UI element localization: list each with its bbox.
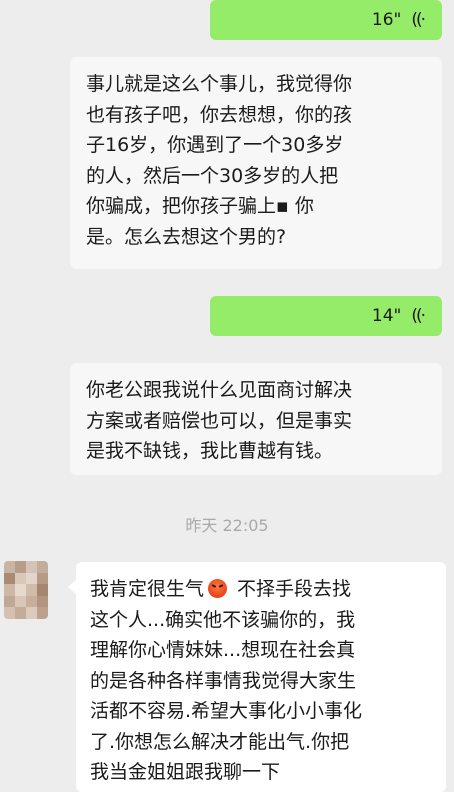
transcript-line: 方案或者赔偿也可以，但是事实 — [86, 409, 353, 432]
voice-message-bubble[interactable]: 14" ((· — [210, 296, 442, 336]
chat-timestamp: 昨天 22:05 — [185, 516, 269, 535]
transcript-line: 事儿就是这么个事儿，我觉得你 — [86, 73, 353, 95]
voice-transcript-bubble: 你老公跟我说什么见面商讨解决 方案或者赔偿也可以，但是事实 是我不缺钱，我比曹越… — [70, 363, 442, 475]
avatar[interactable] — [4, 561, 48, 619]
message-line: 活都不容易.希望大事化小小事化 — [90, 700, 363, 722]
transcript-line: 你老公跟我说什么见面商讨解决 — [86, 379, 353, 401]
message-text: 不择手段去找 — [231, 578, 352, 600]
voice-message-bubble[interactable]: 16" ((· — [210, 0, 442, 40]
voice-duration: 16" — [371, 10, 402, 30]
transcript-line: 是我不缺钱，我比曹越有钱。 — [86, 440, 334, 462]
message-line: 了.你想怎么解决才能出气.你把 — [90, 730, 350, 753]
transcript-line: 的人，然后一个30多岁的人把 — [86, 164, 339, 187]
angry-face-icon — [208, 579, 228, 598]
transcript-line: 是。怎么去想这个男的? — [86, 225, 287, 248]
voice-duration: 14" — [371, 306, 402, 326]
transcript-line: 子16岁，你遇到了一个30多岁 — [86, 134, 344, 156]
voice-wave-icon: ((· — [411, 10, 426, 30]
incoming-message-bubble: 我肯定很生气 不择手段去找 这个人...确实他不该骗你的，我 理解你心情妹妹..… — [68, 562, 446, 792]
message-line: 这个人...确实他不该骗你的，我 — [90, 608, 356, 631]
message-line: 我当金姐姐跟我聊一下 — [90, 761, 281, 783]
transcript-line: 也有孩子吧，你去想想，你的孩 — [86, 103, 353, 126]
message-line: 理解你心情妹妹...想现在社会真 — [90, 639, 356, 661]
message-text: 我肯定很生气 — [90, 578, 205, 600]
transcript-line: 你骗成，把你孩子骗上▪ 你 — [86, 195, 314, 217]
voice-wave-icon: ((· — [411, 306, 426, 326]
voice-transcript-bubble: 事儿就是这么个事儿，我觉得你 也有孩子吧，你去想想，你的孩 子16岁，你遇到了一… — [70, 57, 442, 269]
message-line: 的是各种各样事情我觉得大家生 — [90, 669, 357, 692]
